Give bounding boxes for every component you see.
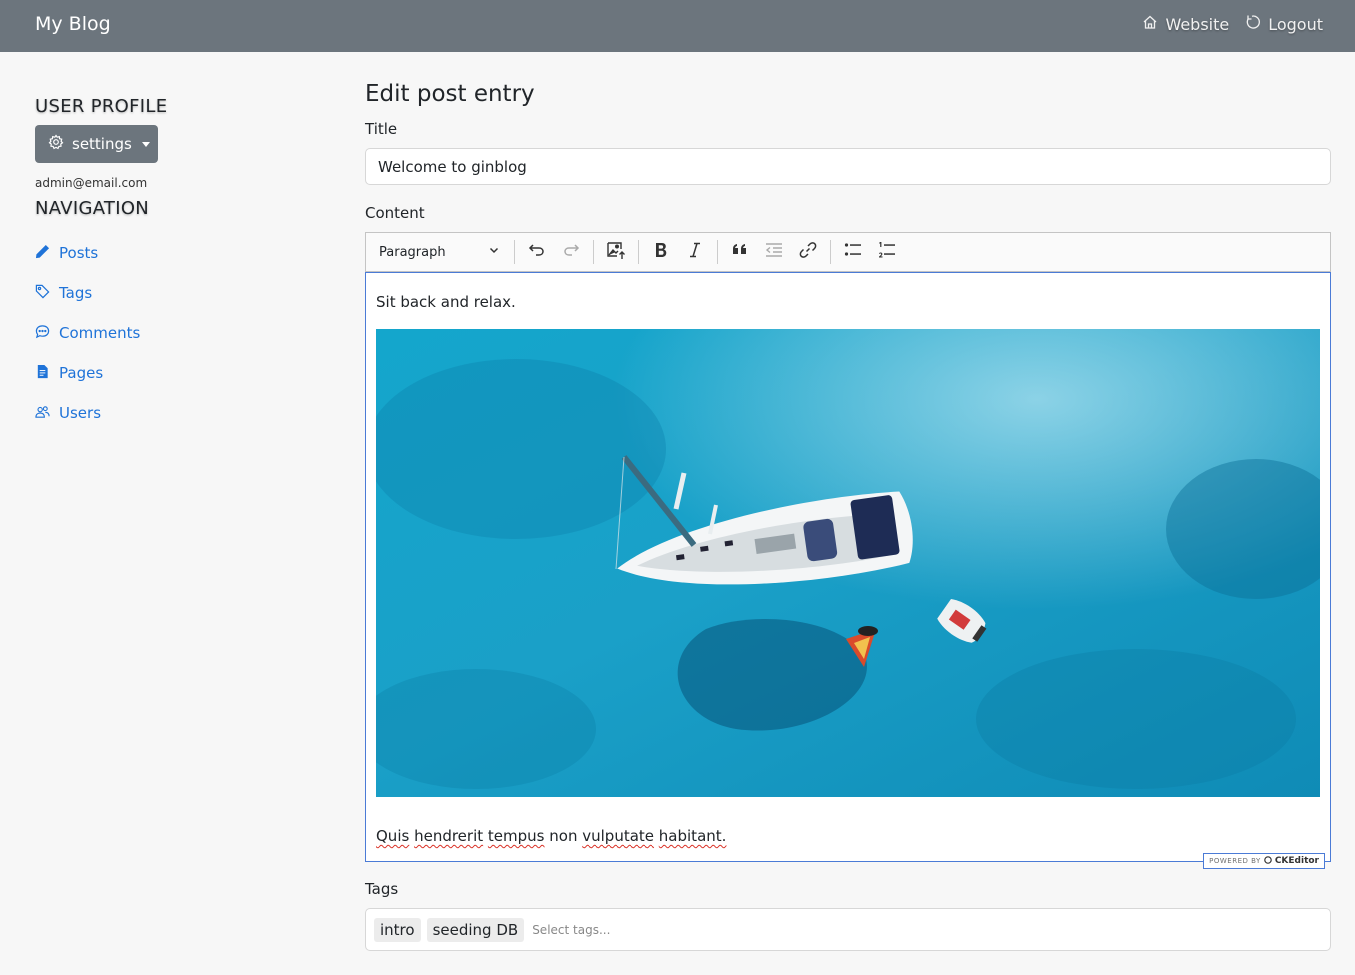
outdent-button[interactable] [759,237,789,267]
powered-by-text: POWERED BY [1209,857,1261,865]
tag-chip[interactable]: seeding DB [426,917,525,942]
settings-dropdown-button[interactable]: settings [35,125,158,163]
top-navbar: My Blog Website Logout [0,0,1355,52]
blockquote-icon [730,240,750,264]
misspelled-word: hendrerit [414,827,484,845]
redo-button[interactable] [556,237,586,267]
bold-icon [651,240,671,264]
sidebar-item-label: Tags [59,284,93,302]
logout-link[interactable]: Logout [1245,14,1323,34]
sidebar-item-users[interactable]: Users [35,393,325,433]
navbar-links: Website Logout [1142,14,1323,34]
page-icon [35,364,50,383]
toolbar-separator [638,240,639,264]
misspelled-word: vulputate [582,827,655,845]
settings-label: settings [72,135,132,153]
page-title: Edit post entry [365,81,535,107]
link-icon [798,240,818,264]
sidebar-item-label: Users [59,404,102,422]
undo-icon [527,240,547,264]
logout-icon [1245,14,1261,34]
sidebar-item-posts[interactable]: Posts [35,233,325,273]
sidebar: USER PROFILE settings admin@email.com NA… [35,96,325,433]
home-icon [1142,14,1158,34]
sailboat-image[interactable] [376,329,1320,797]
toolbar-separator [830,240,831,264]
title-label: Title [365,120,398,138]
user-email: admin@email.com [35,176,148,190]
redo-icon [561,240,581,264]
powered-by-badge[interactable]: POWERED BY CKEditor [1203,853,1325,869]
sidebar-item-label: Comments [59,324,141,342]
logout-link-label: Logout [1268,14,1323,34]
website-link[interactable]: Website [1142,14,1229,34]
sidebar-item-label: Posts [59,244,99,262]
website-link-label: Website [1165,14,1230,34]
editor-paragraph: Quis hendrerit tempus non vulputate habi… [376,827,726,845]
misspelled-word: Quis [376,827,410,845]
tags-label: Tags [365,880,399,898]
insert-image-button[interactable] [601,237,631,267]
bulleted-list-button[interactable] [838,237,868,267]
tag-chip[interactable]: intro [374,917,421,942]
main-content: Edit post entry Title Welcome to ginblog… [365,79,1331,951]
tags-placeholder[interactable]: Select tags... [532,923,610,937]
misspelled-word: tempus [487,827,545,845]
title-input-value: Welcome to ginblog [378,157,527,176]
brand-title[interactable]: My Blog [35,13,111,35]
rich-text-editor: Paragraph Sit back and relax. Quis hendr… [365,232,1331,869]
pencil-icon [35,244,50,263]
sidebar-item-comments[interactable]: Comments [35,313,325,353]
tag-icon [35,284,50,303]
powered-brand-text: CKEditor [1274,856,1319,866]
editor-content-area[interactable]: Sit back and relax. Quis hendrerit tempu… [365,272,1331,869]
tags-select[interactable]: intro seeding DB Select tags... [365,908,1331,951]
blockquote-button[interactable] [725,237,755,267]
title-input[interactable]: Welcome to ginblog [365,148,1331,185]
numbered-list-icon [877,240,897,264]
bulleted-list-icon [843,240,863,264]
italic-icon [685,240,705,264]
sidebar-item-pages[interactable]: Pages [35,353,325,393]
heading-dropdown[interactable]: Paragraph [370,236,509,268]
undo-button[interactable] [522,237,552,267]
toolbar-separator [717,240,718,264]
editor-toolbar: Paragraph [365,232,1331,272]
gear-icon [48,134,64,154]
users-icon [35,404,50,423]
word: non [549,827,578,845]
italic-button[interactable] [680,237,710,267]
toolbar-separator [593,240,594,264]
sidebar-nav: Posts Tags Comments Pages Users [35,233,325,433]
caret-down-icon [141,141,150,147]
editor-paragraph: Sit back and relax. [376,293,516,311]
sidebar-item-label: Pages [59,364,104,382]
chevron-down-icon [488,244,500,260]
outdent-icon [764,240,784,264]
heading-dropdown-value: Paragraph [379,244,446,260]
numbered-list-button[interactable] [872,237,902,267]
navigation-heading: NAVIGATION [35,198,150,219]
insert-image-icon [606,240,626,264]
bold-button[interactable] [646,237,676,267]
misspelled-word: habitant. [658,827,727,845]
link-button[interactable] [793,237,823,267]
toolbar-separator [514,240,515,264]
comment-icon [35,324,50,343]
user-profile-heading: USER PROFILE [35,96,168,117]
ckeditor-logo-icon [1264,856,1272,866]
sidebar-item-tags[interactable]: Tags [35,273,325,313]
content-label: Content [365,204,425,222]
